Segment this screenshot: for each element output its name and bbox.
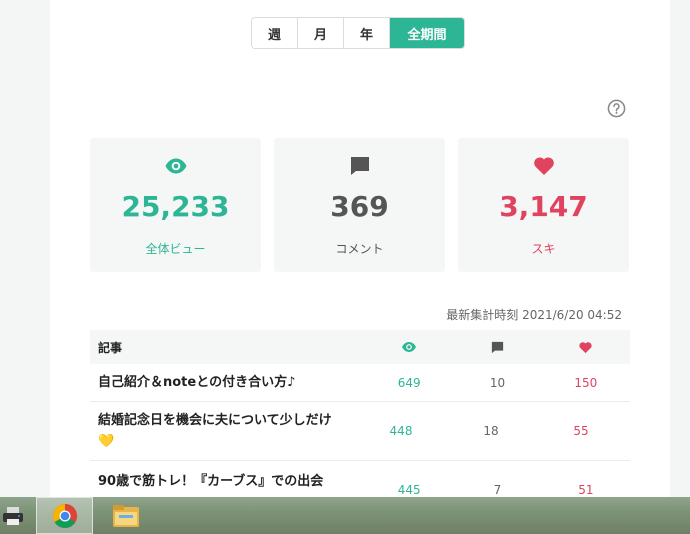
printer-icon xyxy=(3,506,23,525)
stats-page: 週 月 年 全期間 25,233 全体ビュー 369 コメント 3,147 スキ… xyxy=(50,0,670,534)
table-row[interactable]: 90歳で筋トレ！『カーブス』での出会 445 7 51 xyxy=(90,461,630,500)
comments-label: コメント xyxy=(335,242,384,256)
tab-week[interactable]: 週 xyxy=(252,18,298,48)
article-title[interactable]: 90歳で筋トレ！『カーブス』での出会 xyxy=(90,461,365,500)
heart-icon xyxy=(579,341,592,353)
comment-icon xyxy=(491,341,504,353)
article-likes: 55 xyxy=(573,424,589,438)
comment-icon xyxy=(350,157,369,175)
help-icon[interactable] xyxy=(607,99,626,118)
eye-icon xyxy=(402,342,417,352)
likes-count: 3,147 xyxy=(499,190,588,223)
taskbar-file-explorer[interactable] xyxy=(100,497,152,534)
article-likes: 51 xyxy=(578,483,594,497)
likes-label: スキ xyxy=(531,242,556,256)
article-comments: 18 xyxy=(483,424,499,438)
article-views: 649 xyxy=(397,375,421,390)
comments-count: 369 xyxy=(330,190,389,223)
table-row[interactable]: 結婚記念日を機会に夫について少しだけ 💛 448 18 55 xyxy=(90,402,630,461)
article-stats-table: 記事 自己紹介＆noteとの付き合い方♪ 649 10 150 結婚記念日を機会… xyxy=(90,330,630,500)
views-count: 25,233 xyxy=(121,190,230,223)
table-row[interactable]: 自己紹介＆noteとの付き合い方♪ 649 10 150 xyxy=(90,364,630,402)
article-title-text: 結婚記念日を機会に夫について少しだけ xyxy=(98,413,332,428)
article-views: 448 xyxy=(389,424,413,438)
last-updated-time: 最新集計時刻 2021/6/20 04:52 xyxy=(446,308,622,322)
views-label: 全体ビュー xyxy=(145,242,206,256)
yellow-heart-emoji: 💛 xyxy=(98,434,115,449)
article-title[interactable]: 自己紹介＆noteとの付き合い方♪ xyxy=(90,364,365,401)
article-views: 445 xyxy=(397,483,421,497)
article-comments: 10 xyxy=(489,375,506,390)
tab-year[interactable]: 年 xyxy=(344,18,390,48)
table-header: 記事 xyxy=(90,330,630,364)
period-tabs: 週 月 年 全期間 xyxy=(251,17,465,49)
tab-all-time[interactable]: 全期間 xyxy=(390,18,464,48)
stat-card-views: 25,233 全体ビュー xyxy=(90,138,261,272)
heart-icon xyxy=(533,157,554,175)
chrome-icon xyxy=(52,503,77,528)
stat-card-comments: 369 コメント xyxy=(274,138,445,272)
stat-card-likes: 3,147 スキ xyxy=(458,138,629,272)
article-comments: 7 xyxy=(493,483,502,497)
taskbar-chrome[interactable] xyxy=(36,497,93,534)
taskbar-printer[interactable] xyxy=(0,497,26,534)
file-explorer-icon xyxy=(113,504,139,527)
article-title[interactable]: 結婚記念日を機会に夫について少しだけ 💛 xyxy=(90,402,356,460)
article-likes: 150 xyxy=(574,375,598,390)
windows-taskbar xyxy=(0,497,690,534)
tab-month[interactable]: 月 xyxy=(298,18,344,48)
eye-icon xyxy=(165,158,186,174)
header-article: 記事 xyxy=(98,340,123,355)
